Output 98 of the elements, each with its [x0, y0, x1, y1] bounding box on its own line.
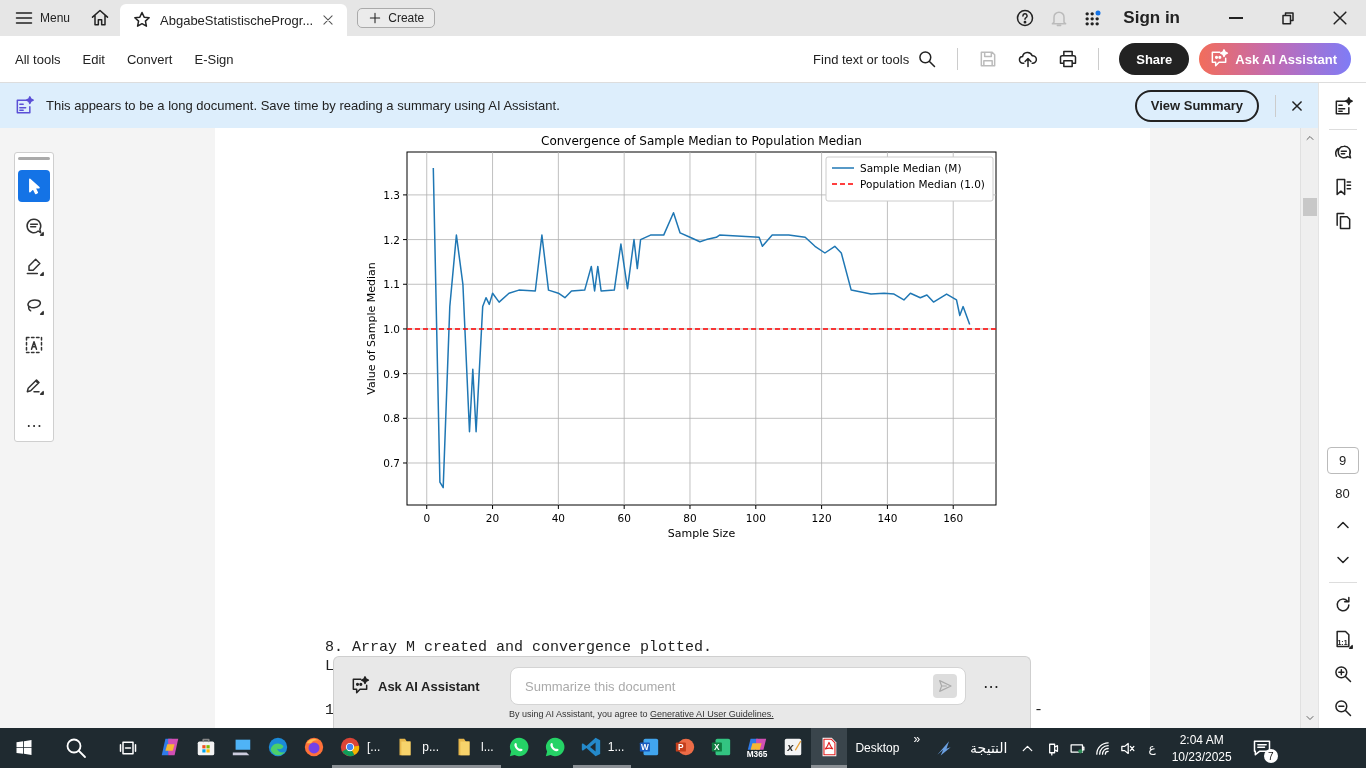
- menu-item[interactable]: All tools: [15, 51, 61, 67]
- widget-button[interactable]: النتيجة: [926, 728, 1016, 768]
- browser-icon: [303, 735, 325, 758]
- guidelines-link[interactable]: Generative AI User Guidelines.: [650, 709, 774, 719]
- axis-label: Sample Size: [667, 527, 736, 540]
- menu-item[interactable]: Convert: [126, 51, 173, 67]
- tick-label: 0.9: [383, 367, 400, 380]
- windows-icon: [14, 738, 34, 758]
- more-button[interactable]: ⋯: [966, 676, 1016, 696]
- menu-item[interactable]: E-Sign: [194, 51, 234, 67]
- ai-assistant-title: Ask AI Assistant: [350, 676, 510, 696]
- tick-label: 20: [485, 512, 500, 524]
- minimize-icon: [1229, 17, 1243, 19]
- tick-label: 0: [423, 512, 431, 524]
- create-button[interactable]: Create: [357, 8, 436, 28]
- print-icon: [1058, 49, 1079, 69]
- tick-label: 1.1: [383, 278, 400, 291]
- clock[interactable]: 2:04 AM 10/23/2025: [1163, 728, 1240, 768]
- legend-line: [831, 167, 855, 169]
- notifications-button[interactable]: 7: [1239, 728, 1284, 768]
- scrollbar[interactable]: [1300, 128, 1318, 728]
- search-icon: [917, 49, 938, 69]
- overflow-button[interactable]: »: [907, 728, 927, 746]
- print-button[interactable]: [1058, 49, 1079, 69]
- task-view-icon: [118, 738, 138, 758]
- tick-label: 100: [745, 512, 766, 524]
- document-tab[interactable]: AbgabeStatistischeProgr...: [120, 4, 348, 36]
- browser-icon: [267, 735, 289, 758]
- tick-label: 1.3: [383, 188, 400, 201]
- taskbar-app[interactable]: x: [775, 728, 812, 768]
- text-line: 1: [325, 701, 334, 720]
- tick-label: 160: [943, 512, 964, 524]
- tick-label: 1.0: [383, 322, 400, 335]
- tick-label: 0.8: [383, 412, 400, 425]
- tick-label: 80: [683, 512, 697, 524]
- notification-count: 7: [1263, 749, 1278, 763]
- legend-label: Population Median (1.0): [860, 178, 985, 190]
- axis-label: Value of Sample Median: [365, 262, 378, 395]
- menu-item[interactable]: Edit: [82, 51, 105, 67]
- view-summary-button[interactable]: View Summary: [1134, 89, 1259, 122]
- send-icon: [937, 678, 953, 694]
- sparkle-chat-icon: [350, 676, 370, 696]
- chat-icon: [507, 735, 530, 758]
- taskbar-app[interactable]: 1...: [572, 728, 632, 768]
- legend-line: [831, 183, 855, 185]
- input-language[interactable]: ع: [1140, 728, 1164, 768]
- taskbar-app[interactable]: P: [667, 728, 704, 768]
- sign-in-button[interactable]: Sign in: [1123, 8, 1180, 28]
- summary-icon: [14, 95, 34, 116]
- cloud-upload-icon: [1018, 49, 1039, 69]
- text-select-icon: [24, 335, 44, 356]
- plus-icon: [368, 11, 383, 25]
- tick-label: 60: [617, 512, 631, 524]
- page-number-field[interactable]: 9: [1326, 447, 1359, 475]
- zoom-in-icon: [1332, 663, 1353, 684]
- close-button[interactable]: [1290, 98, 1304, 113]
- wifi-icon: [1094, 739, 1112, 757]
- share-button[interactable]: Share: [1119, 43, 1190, 75]
- text-line: -: [1034, 701, 1043, 720]
- text-line: L: [325, 657, 334, 676]
- chart-title: Convergence of Sample Median to Population Median: [541, 134, 862, 148]
- upload-button[interactable]: [1018, 49, 1039, 69]
- taskbar-app[interactable]: [811, 728, 848, 768]
- taskbar-app[interactable]: X: [703, 728, 740, 768]
- tick-label: 140: [877, 512, 898, 524]
- text-line: 8. Array M created and convergence plotted.: [325, 638, 713, 657]
- sparkle-chat-icon: [1209, 49, 1230, 69]
- legend-label: Sample Median (M): [860, 162, 962, 174]
- star-icon: [132, 10, 153, 30]
- prompt-field[interactable]: Summarize this document: [510, 667, 966, 705]
- taskbar-app[interactable]: M365: [739, 728, 776, 768]
- taskbar-app[interactable]: p...: [387, 728, 447, 768]
- code-editor-icon: [579, 735, 602, 758]
- zoom-out-icon: [1332, 697, 1353, 718]
- find-button[interactable]: Find text or tools: [813, 49, 938, 69]
- terms-notice: By using AI Assistant, you agree to Generative AI User Guidelines.: [509, 709, 775, 719]
- taskbar-app[interactable]: W: [631, 728, 668, 768]
- scroll-thumb[interactable]: [1302, 198, 1317, 216]
- banner-message: This appears to be a long document. Save time by reading a summary using AI Assistant.: [46, 98, 560, 113]
- menu-button[interactable]: Menu: [8, 0, 81, 36]
- taskbar-app[interactable]: l...: [446, 728, 501, 768]
- browser-icon: [339, 735, 361, 758]
- home-icon: [90, 8, 111, 28]
- tick-label: 1.2: [383, 233, 400, 246]
- search-icon: [64, 736, 88, 760]
- chat-icon: [543, 735, 566, 758]
- message-icon: [1251, 738, 1272, 758]
- prompt-input[interactable]: Summarize this document: [523, 677, 933, 695]
- close-icon: [321, 13, 336, 27]
- tick-label: 120: [811, 512, 832, 524]
- tick-label: 40: [551, 512, 566, 524]
- taskbar-app[interactable]: [...: [332, 728, 388, 768]
- desktop-button[interactable]: Desktop: [847, 728, 908, 768]
- close-icon: [1290, 98, 1304, 113]
- help-icon: [1015, 8, 1036, 28]
- more-button[interactable]: ⋯: [18, 409, 50, 441]
- tick-label: 0.7: [383, 457, 400, 469]
- page-count: 80: [1335, 486, 1350, 502]
